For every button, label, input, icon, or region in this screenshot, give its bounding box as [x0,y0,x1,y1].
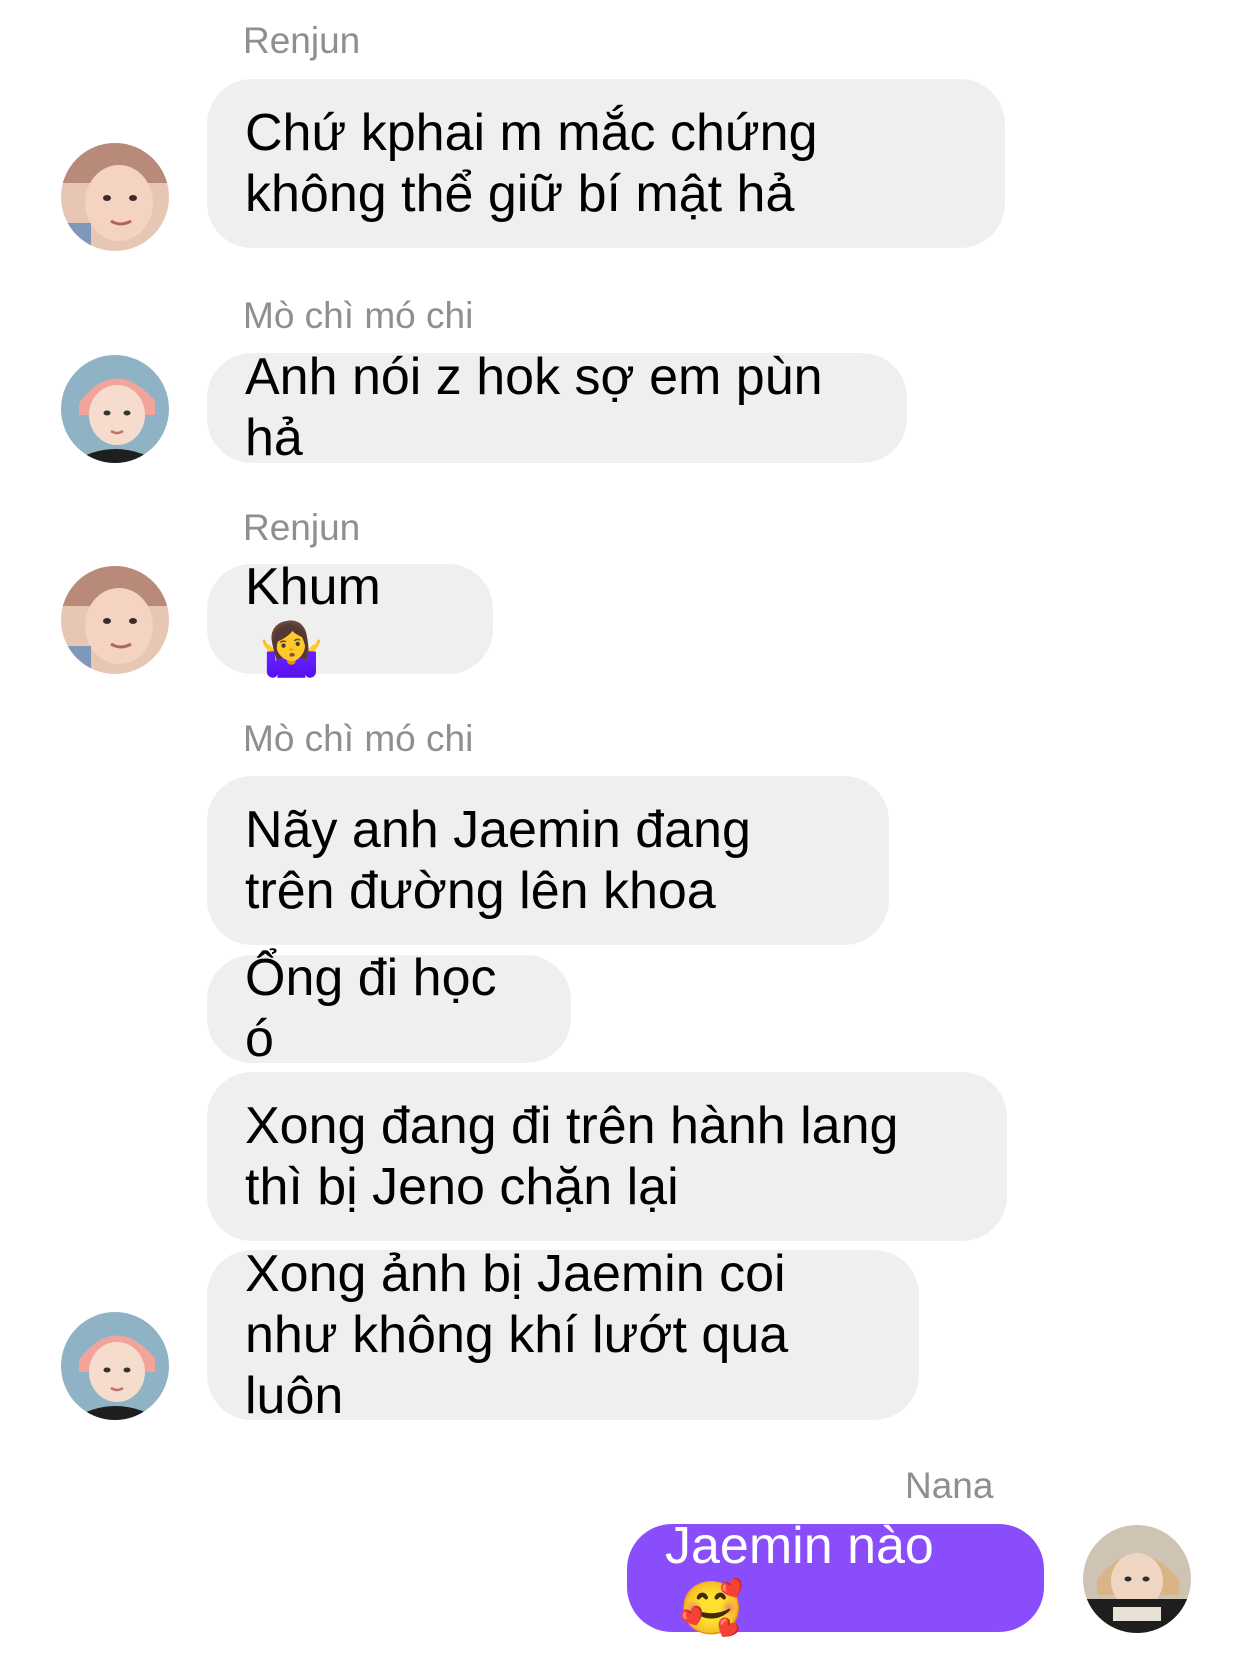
avatar-renjun[interactable] [61,143,169,251]
sender-name: Nana [905,1465,994,1506]
avatar-mo-chi-mo-chi[interactable] [61,355,169,463]
person-shrugging-icon: 🤷‍♀️ [259,620,324,681]
avatar-photo-icon [61,566,169,674]
sender-name: Mò chì mó chi [243,718,474,759]
message-text: Chứ kphai m mắc chứng không thể giữ bí m… [245,103,818,223]
message-text: Nãy anh Jaemin đang trên đường lên khoa [245,800,751,920]
message-text: Anh nói z hok sợ em pùn hả [245,348,823,467]
sender-name: Mò chì mó chi [243,295,474,336]
message-text: Xong đang đi trên hành lang thì bị Jeno … [245,1096,899,1216]
message-text: Jaemin nào🥰 [665,1516,934,1640]
avatar-nana[interactable] [1083,1525,1191,1633]
message-bubble[interactable]: Khum🤷‍♀️ [207,558,493,680]
outgoing-message-bubble[interactable]: Jaemin nào🥰 [627,1517,1044,1639]
message-bubble[interactable]: Anh nói z hok sợ em pùn hả [207,348,907,467]
avatar-mo-chi-mo-chi[interactable] [61,1312,169,1420]
avatar-photo-icon [61,355,169,463]
avatar-photo-icon [1083,1525,1191,1633]
message-text: Khum🤷‍♀️ [245,557,381,681]
avatar-photo-icon [61,143,169,251]
message-bubble[interactable]: Ổng đi học ó [207,949,571,1068]
avatar-renjun[interactable] [61,566,169,674]
message-text: Ổng đi học ó [245,949,497,1068]
sender-name: Renjun [243,20,361,61]
message-bubble[interactable]: Xong ảnh bị Jaemin coi như không khí lướ… [207,1245,919,1425]
message-bubble[interactable]: Chứ kphai m mắc chứng không thể giữ bí m… [207,79,1005,248]
smiling-face-with-hearts-icon: 🥰 [679,1579,744,1640]
message-bubble[interactable]: Xong đang đi trên hành lang thì bị Jeno … [207,1072,1007,1241]
avatar-photo-icon [61,1312,169,1420]
message-text: Xong ảnh bị Jaemin coi như không khí lướ… [245,1244,789,1425]
message-bubble[interactable]: Nãy anh Jaemin đang trên đường lên khoa [207,776,889,945]
sender-name: Renjun [243,507,361,548]
